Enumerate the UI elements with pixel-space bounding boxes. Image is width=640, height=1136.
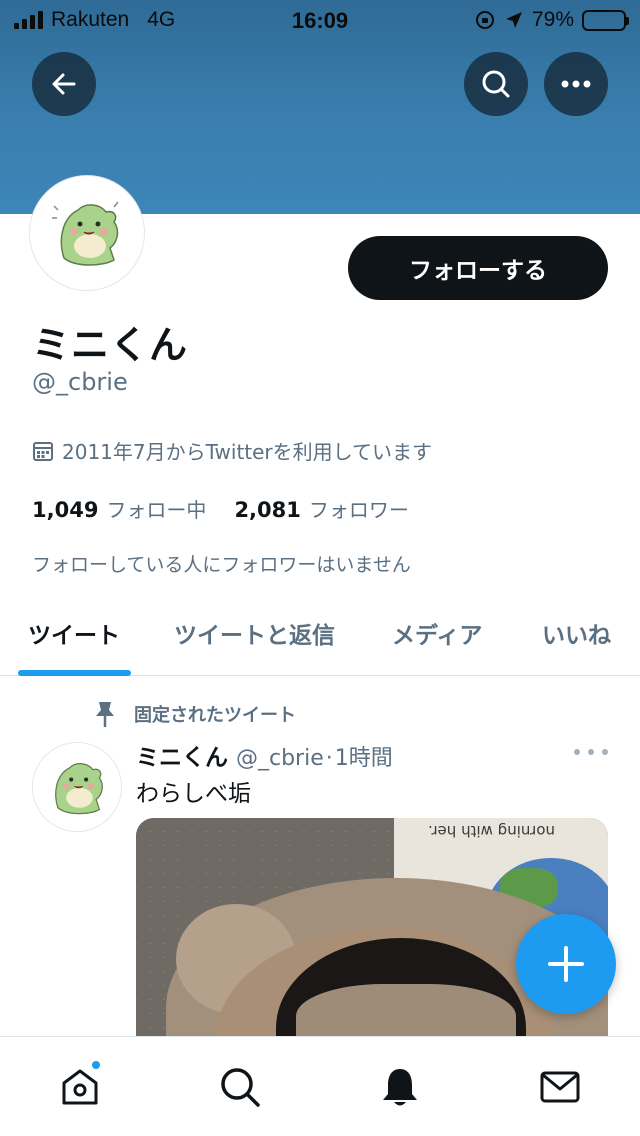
tab-tweets-replies[interactable]: ツイートと返信 xyxy=(174,616,335,650)
dinosaur-avatar-image xyxy=(34,180,140,286)
following-link[interactable]: 1,049 フォロー中 xyxy=(32,494,206,523)
plus-icon xyxy=(548,946,584,982)
profile-handle: @_cbrie xyxy=(32,368,128,396)
nav-messages[interactable] xyxy=(536,1063,584,1111)
joined-text: 2011年7月からTwitterを利用しています xyxy=(62,440,433,464)
pinned-indicator: 固定されたツイート xyxy=(92,700,296,728)
battery-percent: 79% xyxy=(531,8,574,31)
nav-notifications[interactable] xyxy=(376,1063,424,1111)
tab-media[interactable]: メディア xyxy=(392,616,482,650)
tweet-time[interactable]: 1時間 xyxy=(335,740,393,772)
tweet-author-handle[interactable]: @_cbrie xyxy=(236,746,324,771)
ellipsis-icon xyxy=(574,749,580,755)
joined-date: 2011年7月からTwitterを利用しています xyxy=(32,436,432,465)
calendar-icon xyxy=(33,441,53,461)
status-bar: Rakuten 4G 16:09 79% xyxy=(0,0,640,40)
home-icon xyxy=(62,1069,98,1105)
followers-count: 2,081 xyxy=(234,498,301,522)
follow-stats: 1,049 フォロー中 2,081 フォロワー xyxy=(32,494,409,523)
photo-poster-text: norning with her. xyxy=(428,822,555,840)
home-notification-dot xyxy=(90,1059,102,1071)
tweet-author-avatar[interactable] xyxy=(32,742,122,832)
search-icon xyxy=(482,70,510,98)
ellipsis-icon xyxy=(561,80,591,88)
following-label: フォロー中 xyxy=(106,498,207,522)
followers-label: フォロワー xyxy=(308,498,409,522)
profile-tabs: ツイート ツイートと返信 メディア いいね xyxy=(0,596,640,676)
profile-display-name: ミニくん xyxy=(32,323,189,367)
bell-icon xyxy=(383,1069,417,1106)
pinned-label: 固定されたツイート xyxy=(134,705,296,726)
search-icon xyxy=(221,1068,260,1107)
arrow-left-icon xyxy=(52,73,76,95)
bottom-navigation xyxy=(0,1036,640,1136)
tab-likes[interactable]: いいね xyxy=(542,616,611,650)
active-tab-indicator xyxy=(18,670,131,676)
dinosaur-avatar-image xyxy=(33,743,121,831)
following-count: 1,049 xyxy=(32,498,99,522)
mutual-followers-note: フォローしている人にフォロワーはいません xyxy=(32,554,411,576)
follow-button[interactable]: フォローする xyxy=(348,236,608,300)
orientation-lock-icon xyxy=(475,11,494,29)
back-button[interactable] xyxy=(32,52,96,116)
tweet-header: ミニくん @_cbrie · 1時間 xyxy=(136,738,393,772)
profile-avatar[interactable] xyxy=(30,176,144,290)
nav-search[interactable] xyxy=(216,1063,264,1111)
battery-icon xyxy=(582,9,629,31)
search-button[interactable] xyxy=(464,52,528,116)
tweet-text: わらしべ垢 xyxy=(136,781,251,807)
tab-tweets[interactable]: ツイート xyxy=(28,616,120,650)
compose-tweet-button[interactable] xyxy=(516,914,616,1014)
tweet-more-button[interactable] xyxy=(574,742,608,762)
location-arrow-icon xyxy=(505,12,522,28)
followers-link[interactable]: 2,081 フォロワー xyxy=(234,494,408,523)
pin-icon xyxy=(96,702,114,727)
tweet-separator: · xyxy=(325,746,333,771)
mail-icon xyxy=(540,1071,580,1103)
more-button[interactable] xyxy=(544,52,608,116)
status-right: 79% xyxy=(474,8,629,32)
tweet-author-name[interactable]: ミニくん xyxy=(136,738,228,772)
